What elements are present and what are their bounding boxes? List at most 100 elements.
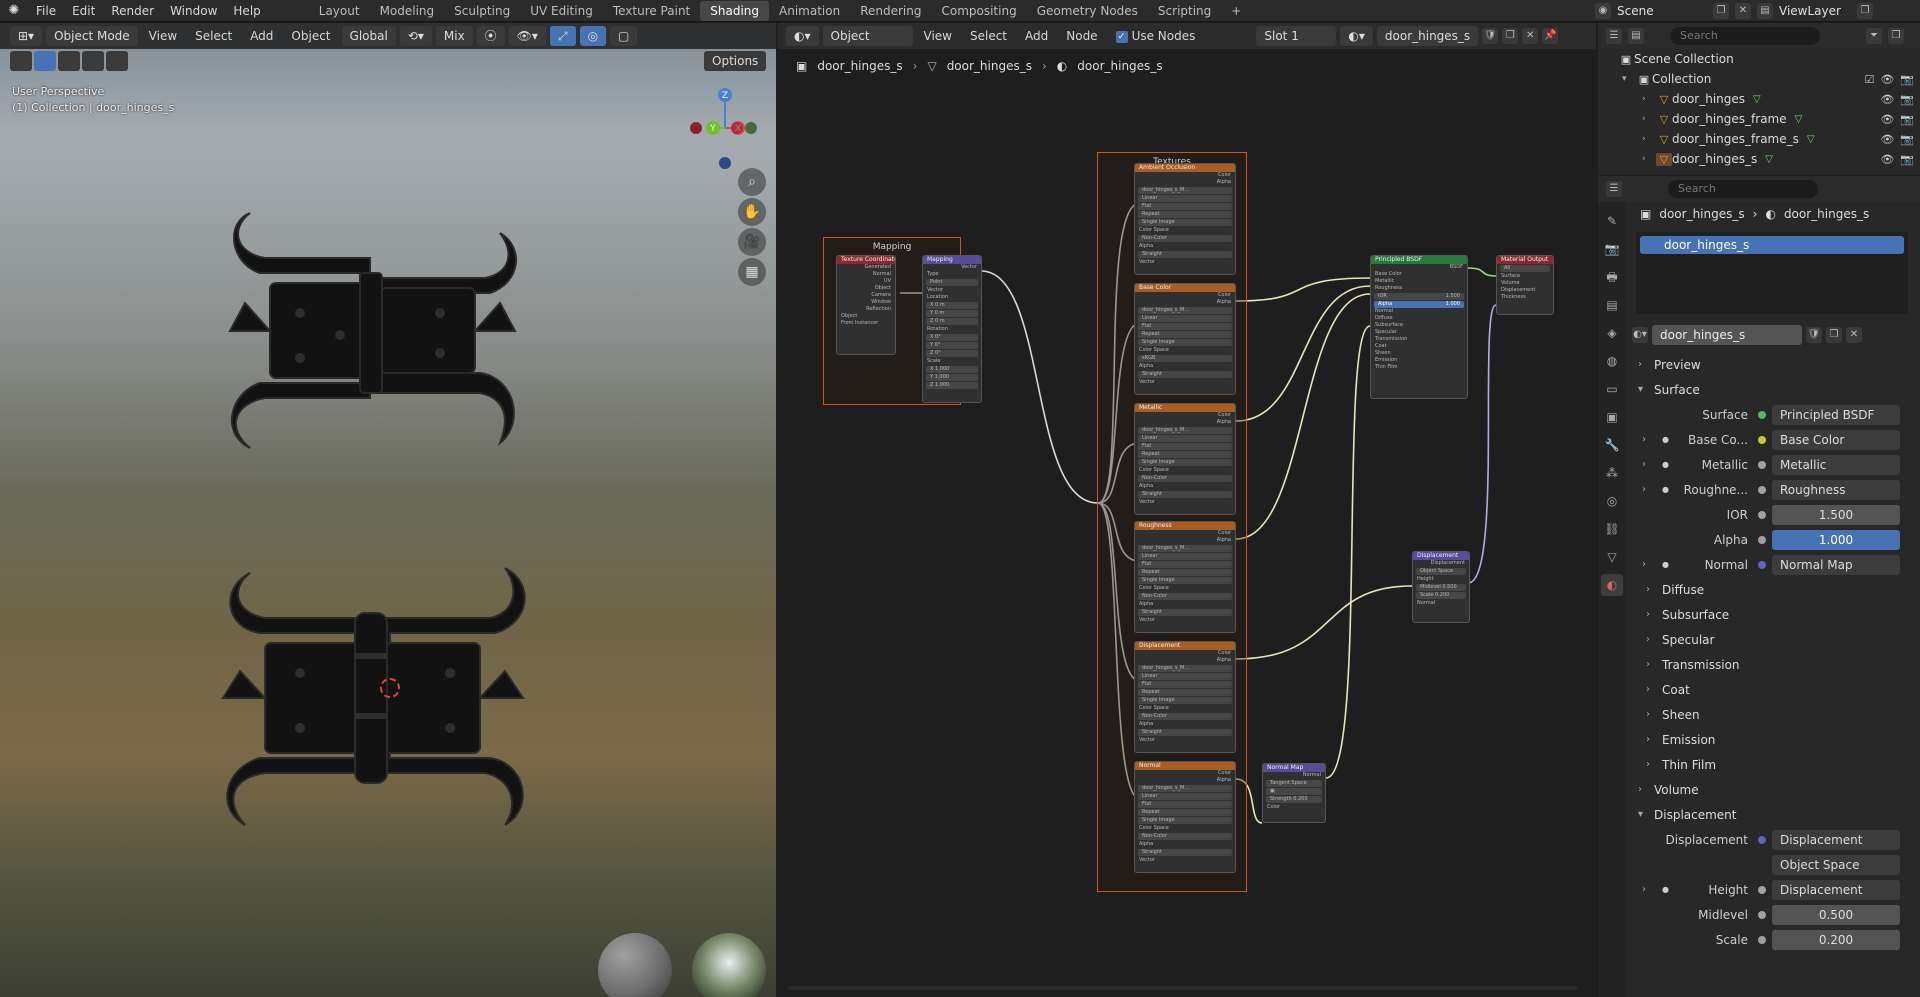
material-slot-item[interactable]: door_hinges_s xyxy=(1640,236,1904,254)
socket-vector-out[interactable]: Vector xyxy=(923,264,981,271)
camera-icon[interactable]: 📷 xyxy=(1900,113,1914,126)
vector-socket-icon[interactable] xyxy=(1758,835,1766,844)
mesh-icon[interactable]: ▽ xyxy=(1765,154,1773,165)
projection-select[interactable]: Flat xyxy=(1138,681,1232,688)
scale-x[interactable]: X 1.000 xyxy=(926,366,978,373)
mesh-icon[interactable]: ▽ xyxy=(1795,114,1803,125)
interpolation-select[interactable]: Linear xyxy=(1138,553,1232,560)
camera-icon[interactable]: 📷 xyxy=(1900,93,1914,106)
color-socket-icon[interactable] xyxy=(1758,435,1766,444)
interpolation-select[interactable]: Linear xyxy=(1138,315,1232,322)
mapping-node[interactable]: Mapping Vector Type Point Vector Locatio… xyxy=(922,255,982,403)
normal-link[interactable]: Normal Map xyxy=(1772,554,1900,575)
box-select-invert-icon[interactable] xyxy=(106,51,128,71)
tab-layout[interactable]: Layout xyxy=(309,1,370,21)
projection-select[interactable]: Flat xyxy=(1138,561,1232,568)
extension-select[interactable]: Repeat xyxy=(1138,809,1232,816)
modifier-tab-icon[interactable]: 🔧 xyxy=(1601,434,1623,456)
source-select[interactable]: Single Image xyxy=(1138,817,1232,824)
subpanel-subsurface[interactable]: › Subsurface xyxy=(1632,602,1920,627)
snap-icon[interactable]: ⦿ xyxy=(476,26,505,46)
image-datablock-field[interactable]: door_hinges_s_M... xyxy=(1138,545,1232,552)
filter-icon[interactable]: ⏷ xyxy=(1866,28,1882,44)
midlevel-field[interactable]: Midlevel 0.500 xyxy=(1416,584,1466,591)
outliner-row-object[interactable]: › ▽ door_hinges ▽ 👁 📷 xyxy=(1598,89,1920,109)
extension-select[interactable]: Repeat xyxy=(1138,569,1232,576)
socket-alpha-out[interactable]: Alpha xyxy=(1135,537,1235,544)
interpolation-select[interactable]: Linear xyxy=(1138,195,1232,202)
menu-file[interactable]: File xyxy=(28,4,64,18)
socket-normal[interactable]: Normal xyxy=(837,271,895,278)
socket-color-out[interactable]: Color xyxy=(1135,292,1235,299)
location-x[interactable]: X 0 m xyxy=(926,302,978,309)
from-instancer-checkbox[interactable]: From Instancer xyxy=(837,320,895,327)
socket-alpha-out[interactable]: Alpha xyxy=(1135,657,1235,664)
subpanel-thin-film[interactable]: › Thin Film xyxy=(1632,752,1920,777)
orientation-select[interactable]: Global xyxy=(341,26,396,46)
socket-color-out[interactable]: Color xyxy=(1135,530,1235,537)
interpolation-select[interactable]: Linear xyxy=(1138,793,1232,800)
xray-icon[interactable]: ▢ xyxy=(610,26,638,46)
collection-tab-icon[interactable]: ▭ xyxy=(1601,378,1623,400)
color-space-select[interactable]: Non-Color xyxy=(1138,713,1232,720)
projection-select[interactable]: Flat xyxy=(1138,323,1232,330)
alpha-mode-select[interactable]: Straight xyxy=(1138,251,1232,258)
door-hinge-bottom-model[interactable] xyxy=(205,563,545,833)
chevron-right-icon[interactable]: › xyxy=(1642,884,1646,895)
tab-modeling[interactable]: Modeling xyxy=(370,1,445,21)
camera-icon[interactable]: 📷 xyxy=(1900,153,1914,166)
metallic-link[interactable]: Metallic xyxy=(1772,454,1900,475)
socket-vector-in[interactable]: Vector xyxy=(1135,259,1235,266)
tab-compositing[interactable]: Compositing xyxy=(931,1,1026,21)
menu-window[interactable]: Window xyxy=(162,4,225,18)
object-tab-icon[interactable]: ▣ xyxy=(1601,406,1623,428)
image-datablock-field[interactable]: door_hinges_s_M... xyxy=(1138,665,1232,672)
normal-space-select[interactable]: Tangent Space xyxy=(1266,780,1322,787)
eye-icon[interactable]: 👁 xyxy=(1880,133,1894,146)
socket-alpha-out[interactable]: Alpha xyxy=(1135,299,1235,306)
image-texture-node-ambient-occlusion[interactable]: Ambient Occlusion Color Alpha door_hinges_s… xyxy=(1134,163,1236,275)
socket-normal[interactable]: Normal xyxy=(1371,308,1467,315)
displacement-panel-header[interactable]: ▾ Displacement xyxy=(1632,802,1920,827)
socket-base-color[interactable]: Base Color xyxy=(1371,271,1467,278)
preview-panel-header[interactable]: › Preview xyxy=(1632,352,1920,377)
socket-color-out[interactable]: Color xyxy=(1135,650,1235,657)
roughness-link[interactable]: Roughness xyxy=(1772,479,1900,500)
tab-geometry-nodes[interactable]: Geometry Nodes xyxy=(1027,1,1148,21)
float-socket-icon[interactable] xyxy=(1758,935,1766,944)
alpha-mode-select[interactable]: Straight xyxy=(1138,371,1232,378)
location-y[interactable]: Y 0 m xyxy=(926,310,978,317)
normal-map-node[interactable]: Normal Map Normal Tangent Space ▣ Streng… xyxy=(1262,763,1326,823)
alpha-mode-select[interactable]: Straight xyxy=(1138,849,1232,856)
panel-coat[interactable]: Coat xyxy=(1371,343,1467,350)
output-target-select[interactable]: All xyxy=(1500,265,1550,272)
duplicate-material-icon[interactable]: ❐ xyxy=(1826,327,1842,343)
box-select-subtract-icon[interactable] xyxy=(82,51,104,71)
chevron-down-icon[interactable]: ▾ xyxy=(1622,74,1636,84)
render-tab-icon[interactable]: 📷 xyxy=(1601,238,1623,260)
uv-map-field[interactable]: ▣ xyxy=(1266,788,1322,795)
add-workspace-button[interactable]: + xyxy=(1221,1,1251,21)
object-field[interactable]: Object xyxy=(837,313,895,320)
physics-tab-icon[interactable]: ◎ xyxy=(1601,490,1623,512)
float-socket-icon[interactable] xyxy=(1758,510,1766,519)
view-layer-tab-icon[interactable]: ▤ xyxy=(1601,294,1623,316)
socket-uv[interactable]: UV xyxy=(837,278,895,285)
panel-subsurface[interactable]: Subsurface xyxy=(1371,322,1467,329)
displacement-link[interactable]: Displacement xyxy=(1772,829,1900,850)
shader-socket-icon[interactable] xyxy=(1758,410,1766,419)
displacement-space-select[interactable]: Object Space xyxy=(1772,854,1900,875)
rotation-z[interactable]: Z 0° xyxy=(926,350,978,357)
subpanel-sheen[interactable]: › Sheen xyxy=(1632,702,1920,727)
interpolation-select[interactable]: Linear xyxy=(1138,435,1232,442)
panel-diffuse[interactable]: Diffuse xyxy=(1371,315,1467,322)
box-select-new-icon[interactable] xyxy=(34,51,56,71)
socket-height[interactable]: Height xyxy=(1413,576,1469,583)
alpha-mode-select[interactable]: Straight xyxy=(1138,491,1232,498)
rotation-x[interactable]: X 0° xyxy=(926,334,978,341)
scale-input[interactable]: 0.200 xyxy=(1772,929,1900,950)
socket-roughness[interactable]: Roughness xyxy=(1371,285,1467,292)
source-select[interactable]: Single Image xyxy=(1138,577,1232,584)
socket-alpha-out[interactable]: Alpha xyxy=(1135,179,1235,186)
pan-hand-icon[interactable]: ✋ xyxy=(738,198,766,226)
